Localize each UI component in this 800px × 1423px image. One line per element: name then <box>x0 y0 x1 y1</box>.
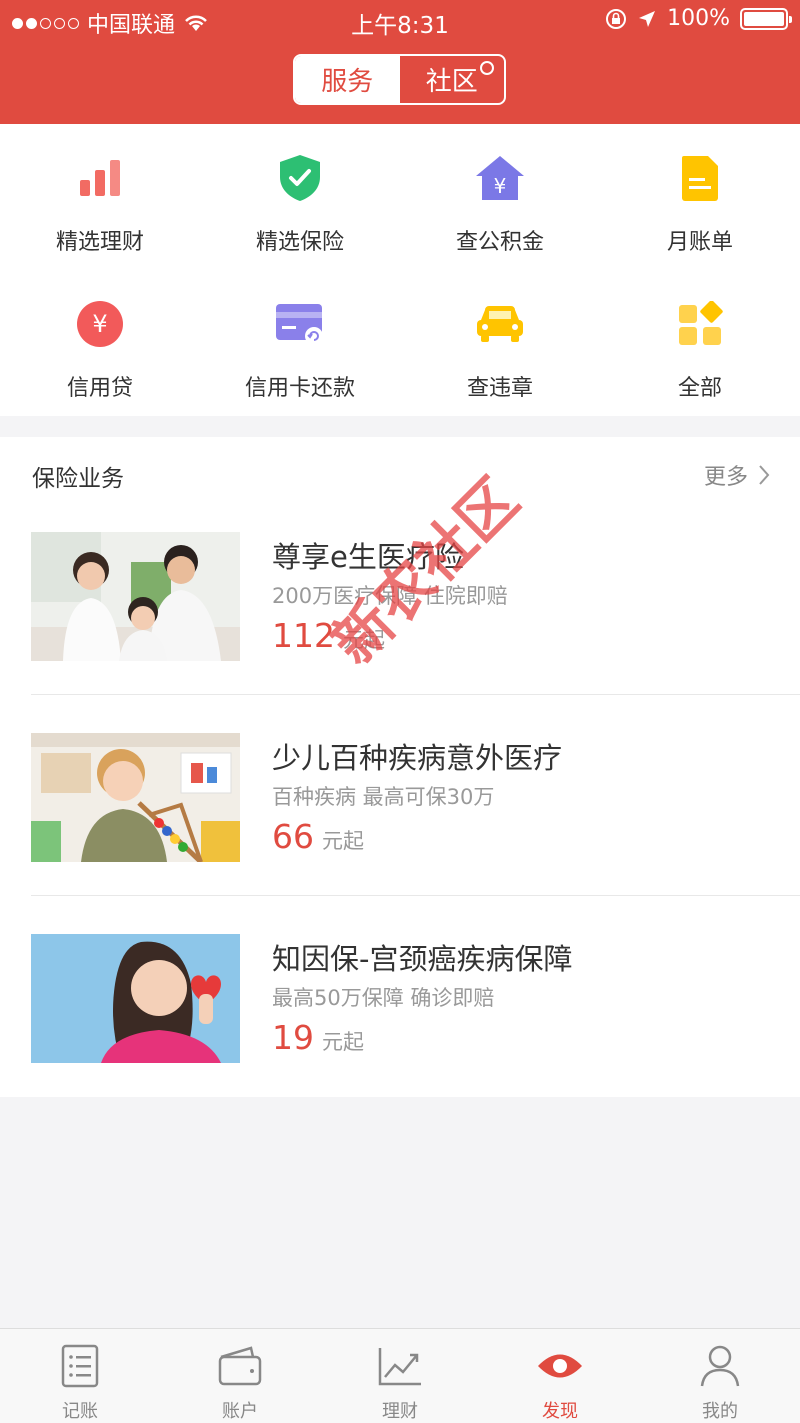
grid-item-card-repay[interactable]: 信用卡还款 <box>200 270 400 416</box>
grid-item-label: 信用卡还款 <box>244 376 355 401</box>
house-yuan-icon: ¥ <box>474 152 526 204</box>
grid-item-label: 精选保险 <box>255 230 344 255</box>
insurance-card[interactable]: 尊享e生医疗险 200万医疗保障 住院即赔 112 元起 <box>0 532 800 732</box>
svg-text:¥: ¥ <box>92 310 107 338</box>
grid-item-housing-fund[interactable]: ¥ 查公积金 <box>400 124 600 270</box>
tab-finance[interactable]: 理财 <box>320 1329 480 1423</box>
trend-icon <box>375 1341 425 1391</box>
price-unit: 元起 <box>322 829 364 853</box>
divider <box>31 694 800 695</box>
price-value: 112 <box>272 616 335 655</box>
status-bar: 中国联通 上午8:31 100% <box>0 0 800 40</box>
insurance-name: 知因保-宫颈癌疾病保障 <box>272 942 573 976</box>
insurance-desc: 200万医疗保障 住院即赔 <box>272 584 508 608</box>
tab-bookkeeping[interactable]: 记账 <box>0 1329 160 1423</box>
grid-item-label: 信用贷 <box>66 376 133 401</box>
insurance-name: 少儿百种疾病意外医疗 <box>272 741 563 775</box>
eye-icon <box>535 1341 585 1391</box>
family-photo <box>31 532 240 661</box>
price-value: 19 <box>272 1018 314 1057</box>
grid-item-label: 全部 <box>677 376 722 401</box>
woman-photo <box>31 934 240 1063</box>
insurance-desc: 百种疾病 最高可保30万 <box>272 785 495 809</box>
location-icon <box>639 10 656 27</box>
price-unit: 元起 <box>343 628 385 652</box>
insurance-price: 112 元起 <box>272 616 385 655</box>
credit-card-icon <box>274 298 326 350</box>
battery-icon <box>740 7 792 30</box>
tab-services[interactable]: 服务 <box>295 56 400 103</box>
grid-all-icon <box>674 298 726 350</box>
insurance-price: 19 元起 <box>272 1018 364 1057</box>
tab-label: 记账 <box>62 1401 98 1422</box>
grid-item-all[interactable]: 全部 <box>600 270 800 416</box>
notification-dot-icon <box>480 61 494 75</box>
grid-item-insurance[interactable]: 精选保险 <box>200 124 400 270</box>
section-title: 保险业务 <box>32 466 124 492</box>
tab-discover[interactable]: 发现 <box>480 1329 640 1423</box>
rotation-lock-icon <box>606 8 627 29</box>
insurance-name: 尊享e生医疗险 <box>272 540 464 574</box>
segment-control: 服务 社区 <box>293 54 506 105</box>
bottom-tab-bar: 记账 账户 理财 发现 我的 <box>0 1328 800 1423</box>
car-icon <box>474 298 526 350</box>
more-label: 更多 <box>703 465 748 490</box>
tab-services-label: 服务 <box>321 67 374 97</box>
tab-mine[interactable]: 我的 <box>640 1329 800 1423</box>
shield-check-icon <box>274 152 326 204</box>
grid-item-label: 精选理财 <box>55 230 144 255</box>
grid-item-wealth[interactable]: 精选理财 <box>0 124 200 270</box>
yuan-circle-icon: ¥ <box>74 298 126 350</box>
insurance-card[interactable]: 少儿百种疾病意外医疗 百种疾病 最高可保30万 66 元起 <box>0 733 800 933</box>
tab-label: 发现 <box>542 1401 578 1422</box>
user-icon <box>695 1341 745 1391</box>
list-icon <box>55 1341 105 1391</box>
divider <box>31 895 800 896</box>
battery-percent: 100% <box>667 6 730 31</box>
svg-text:¥: ¥ <box>494 174 507 198</box>
tab-label: 我的 <box>702 1401 738 1422</box>
insurance-desc: 最高50万保障 确诊即赔 <box>272 986 495 1010</box>
chevron-right-icon <box>759 465 770 485</box>
top-header: 中国联通 上午8:31 100% 服务 社区 <box>0 0 800 124</box>
tab-account[interactable]: 账户 <box>160 1329 320 1423</box>
tab-label: 理财 <box>382 1401 418 1422</box>
tab-community-label: 社区 <box>425 67 478 97</box>
bar-chart-icon <box>74 152 126 204</box>
price-unit: 元起 <box>322 1030 364 1054</box>
grid-item-traffic-violation[interactable]: 查违章 <box>400 270 600 416</box>
insurance-price: 66 元起 <box>272 817 364 856</box>
grid-item-monthly-bill[interactable]: 月账单 <box>600 124 800 270</box>
grid-item-label: 查公积金 <box>455 230 544 255</box>
service-grid: 精选理财 精选保险 ¥ 查公积金 月账单 ¥ 信用贷 信用卡还款 查违章 全部 <box>0 124 800 416</box>
insurance-section: 保险业务 更多 尊享e生医疗险 200万医疗保障 住院即赔 112 元起 少儿百… <box>0 437 800 1097</box>
tab-label: 账户 <box>222 1401 258 1422</box>
grid-item-label: 月账单 <box>666 230 733 255</box>
price-value: 66 <box>272 817 314 856</box>
child-photo <box>31 733 240 862</box>
wallet-icon <box>215 1341 265 1391</box>
grid-item-label: 查违章 <box>466 376 533 401</box>
grid-item-credit-loan[interactable]: ¥ 信用贷 <box>0 270 200 416</box>
document-icon <box>674 152 726 204</box>
tab-community[interactable]: 社区 <box>400 56 505 103</box>
status-right: 100% <box>605 6 792 31</box>
insurance-card[interactable]: 知因保-宫颈癌疾病保障 最高50万保障 确诊即赔 19 元起 <box>0 934 800 1134</box>
more-link[interactable]: 更多 <box>704 459 770 491</box>
